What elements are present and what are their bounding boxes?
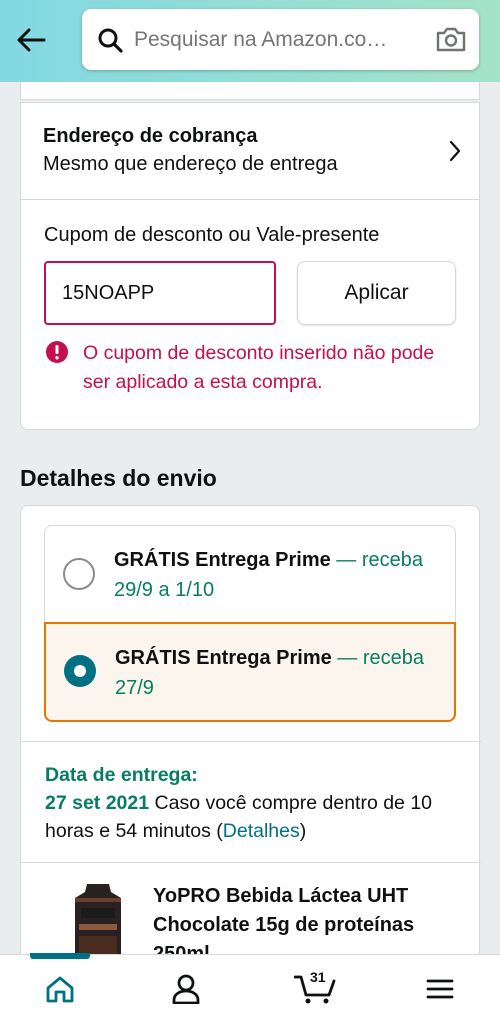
cart-count-badge: 31	[310, 969, 326, 985]
coupon-card: Cupom de desconto ou Vale-presente Aplic…	[20, 199, 480, 430]
previous-card	[20, 82, 480, 100]
nav-account[interactable]	[166, 971, 206, 1007]
search-icon	[96, 26, 124, 54]
search-box[interactable]	[82, 9, 479, 70]
menu-icon	[426, 979, 454, 999]
shipping-option-selected[interactable]: GRÁTIS Entrega Prime — receba 27/9	[44, 622, 456, 722]
nav-cart[interactable]: 31	[292, 969, 338, 1007]
shipping-option-name: GRÁTIS Entrega Prime	[114, 549, 331, 571]
billing-subtitle: Mesmo que endereço de entrega	[43, 153, 338, 175]
checkout-content: Endereço de cobrança Mesmo que endereço …	[0, 82, 500, 954]
account-icon	[172, 974, 200, 1004]
billing-address-row[interactable]: Endereço de cobrança Mesmo que endereço …	[20, 102, 480, 200]
delivery-label: Data de entrega:	[45, 764, 198, 786]
radio-selected[interactable]	[64, 655, 96, 687]
coupon-label: Cupom de desconto ou Vale-presente	[44, 224, 380, 246]
billing-title: Endereço de cobrança	[43, 125, 258, 147]
camera-icon[interactable]	[435, 25, 467, 53]
delivery-details-link[interactable]: Detalhes	[223, 820, 300, 842]
bottom-nav: 31	[0, 953, 500, 1020]
apply-coupon-button[interactable]: Aplicar	[297, 261, 456, 325]
shipping-section-title: Detalhes do envio	[20, 465, 217, 491]
delivery-text-end: )	[299, 820, 307, 842]
shipping-option-label: GRÁTIS Entrega Prime — receba 27/9	[115, 643, 445, 703]
delivery-info: Data de entrega: 27 set 2021 Caso você c…	[45, 761, 465, 845]
back-button[interactable]	[10, 20, 52, 60]
nav-menu[interactable]	[420, 971, 460, 1007]
coupon-input[interactable]	[44, 261, 276, 325]
product-title[interactable]: YoPRO Bebida Láctea UHT Chocolate 15g de…	[153, 882, 453, 954]
divider	[21, 862, 481, 863]
shipping-card: GRÁTIS Entrega Prime — receba 29/9 a 1/1…	[20, 505, 481, 954]
active-tab-indicator	[30, 953, 90, 959]
chevron-right-icon	[449, 140, 461, 162]
top-bar	[0, 0, 500, 82]
coupon-error-message: O cupom de desconto inserido não pode se…	[83, 342, 435, 393]
shipping-option-name: GRÁTIS Entrega Prime	[115, 647, 332, 669]
shipping-option-label: GRÁTIS Entrega Prime — receba 29/9 a 1/1…	[114, 545, 444, 605]
home-icon	[46, 976, 74, 1003]
error-icon	[46, 341, 68, 363]
product-image[interactable]	[69, 884, 127, 954]
radio-unselected[interactable]	[63, 558, 95, 590]
nav-home[interactable]	[40, 971, 80, 1007]
back-arrow-icon	[17, 28, 46, 52]
shipping-option[interactable]: GRÁTIS Entrega Prime — receba 29/9 a 1/1…	[44, 525, 456, 623]
delivery-date: 27 set 2021	[45, 792, 150, 814]
divider	[21, 741, 481, 742]
search-input[interactable]	[134, 27, 414, 52]
